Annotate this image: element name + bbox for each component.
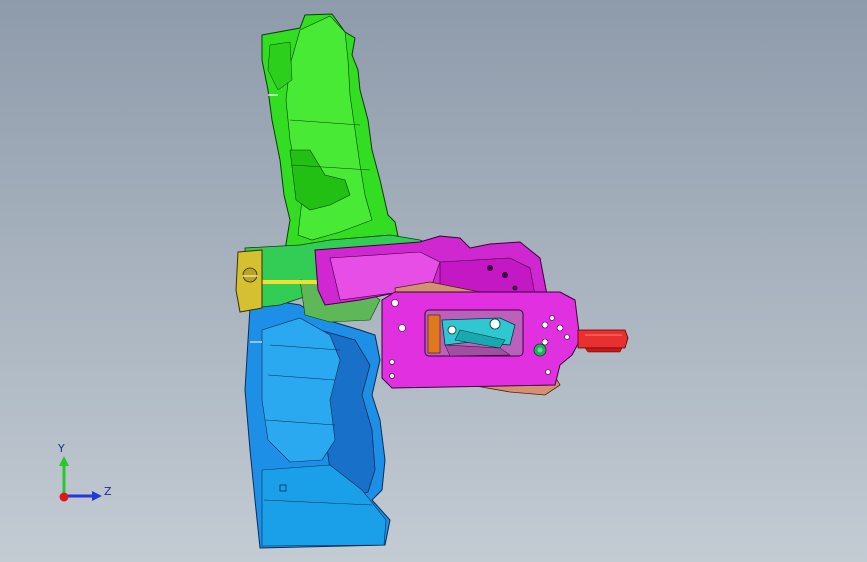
- reference-triad: Y Z: [44, 438, 124, 518]
- z-axis-label: Z: [104, 485, 112, 498]
- z-axis-arrowhead: [92, 491, 102, 501]
- graphics-viewport[interactable]: Y Z: [0, 0, 867, 562]
- cad-model[interactable]: [0, 0, 867, 562]
- knob-part[interactable]: [533, 343, 547, 357]
- y-axis-label: Y: [58, 442, 65, 455]
- x-axis-dot: [59, 492, 69, 502]
- triad-graphic: [59, 456, 102, 502]
- y-axis-arrowhead: [59, 456, 69, 466]
- side-plate-part[interactable]: [235, 249, 263, 313]
- lower-body-part[interactable]: [244, 299, 391, 549]
- upper-arm-part[interactable]: [261, 13, 399, 251]
- pin-part[interactable]: [577, 329, 629, 353]
